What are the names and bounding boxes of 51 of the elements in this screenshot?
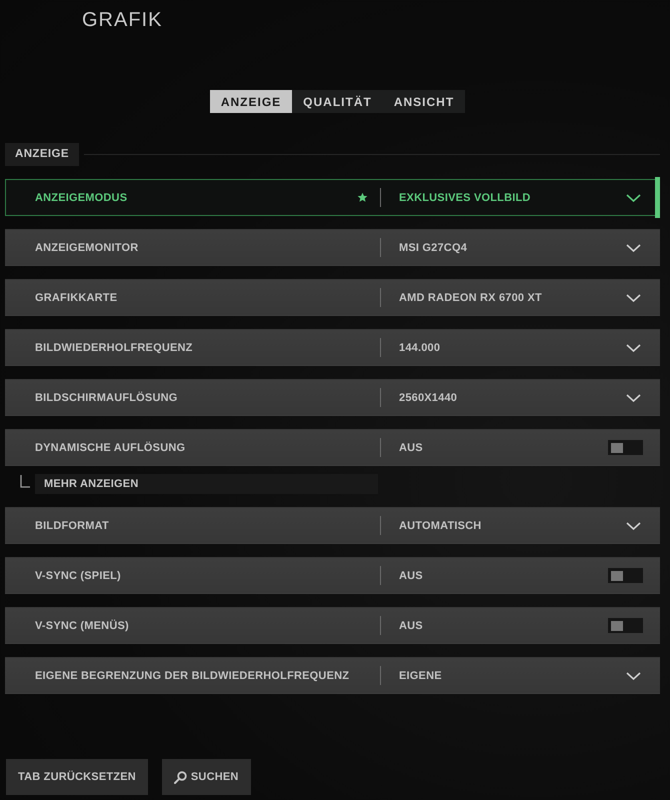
chevron-down-icon[interactable]: [626, 394, 641, 402]
setting-label: GRAFIKKARTE: [35, 292, 118, 304]
setting-value: EIGENE: [399, 670, 443, 682]
search-button[interactable]: SUCHEN: [162, 759, 251, 795]
setting-row[interactable]: BILDFORMAT AUTOMATISCH: [5, 507, 660, 544]
setting-label: BILDWIEDERHOLFREQUENZ: [35, 342, 194, 354]
chevron-down-icon[interactable]: [626, 522, 641, 530]
setting-row[interactable]: V-SYNC (MENÜS) AUS: [5, 607, 660, 644]
setting-value: 144.000: [399, 342, 442, 354]
chevron-down-icon[interactable]: [626, 344, 641, 352]
setting-label: BILDSCHIRMAUFLÖSUNG: [35, 392, 179, 404]
toggle-switch[interactable]: [608, 440, 643, 455]
chevron-down-icon[interactable]: [626, 672, 641, 680]
setting-row[interactable]: GRAFIKKARTE AMD RADEON RX 6700 XT: [5, 279, 660, 316]
setting-row[interactable]: DYNAMISCHE AUFLÖSUNG AUS: [5, 429, 660, 466]
tab[interactable]: QUALITÄT: [292, 90, 383, 113]
setting-value: EXKLUSIVES VOLLBILD: [399, 192, 532, 204]
setting-value: AUS: [399, 442, 424, 454]
page-title: GRAFIK: [82, 8, 162, 33]
section-header: ANZEIGE: [5, 143, 79, 166]
setting-value: AUTOMATISCH: [399, 520, 482, 532]
setting-label: ANZEIGEMODUS: [35, 192, 128, 204]
setting-value: AMD RADEON RX 6700 XT: [399, 292, 543, 304]
setting-label: V-SYNC (MENÜS): [35, 620, 130, 632]
setting-label: ANZEIGEMONITOR: [35, 242, 140, 254]
setting-row[interactable]: BILDSCHIRMAUFLÖSUNG 2560X1440: [5, 379, 660, 416]
toggle-switch[interactable]: [608, 618, 643, 633]
setting-row[interactable]: ANZEIGEMODUS EXKLUSIVES VOLLBILD: [5, 179, 660, 216]
setting-label: BILDFORMAT: [35, 520, 110, 532]
setting-row[interactable]: V-SYNC (SPIEL) AUS: [5, 557, 660, 594]
setting-value: 2560X1440: [399, 392, 458, 404]
setting-value: AUS: [399, 620, 424, 632]
show-more-link[interactable]: MEHR ANZEIGEN: [35, 474, 378, 494]
tab[interactable]: ANSICHT: [382, 90, 466, 113]
focus-bar: [655, 177, 660, 218]
chevron-down-icon[interactable]: [626, 244, 641, 252]
setting-value: AUS: [399, 570, 424, 582]
reset-tab-button[interactable]: TAB ZURÜCKSETZEN: [6, 759, 148, 795]
tree-connector-icon: [20, 475, 30, 488]
chevron-down-icon[interactable]: [626, 194, 641, 202]
tab[interactable]: ANZEIGE: [210, 90, 292, 113]
setting-value: MSI G27CQ4: [399, 242, 468, 254]
setting-label: EIGENE BEGRENZUNG DER BILDWIEDERHOLFREQUENZ: [35, 670, 350, 682]
chevron-down-icon[interactable]: [626, 294, 641, 302]
toggle-switch[interactable]: [608, 568, 643, 583]
setting-row[interactable]: EIGENE BEGRENZUNG DER BILDWIEDERHOLFREQUENZ EIGENE: [5, 657, 660, 694]
setting-label: DYNAMISCHE AUFLÖSUNG: [35, 442, 186, 454]
setting-row[interactable]: ANZEIGEMONITOR MSI G27CQ4: [5, 229, 660, 266]
setting-label: V-SYNC (SPIEL): [35, 570, 122, 582]
setting-row[interactable]: BILDWIEDERHOLFREQUENZ 144.000: [5, 329, 660, 366]
search-icon: [174, 770, 187, 784]
